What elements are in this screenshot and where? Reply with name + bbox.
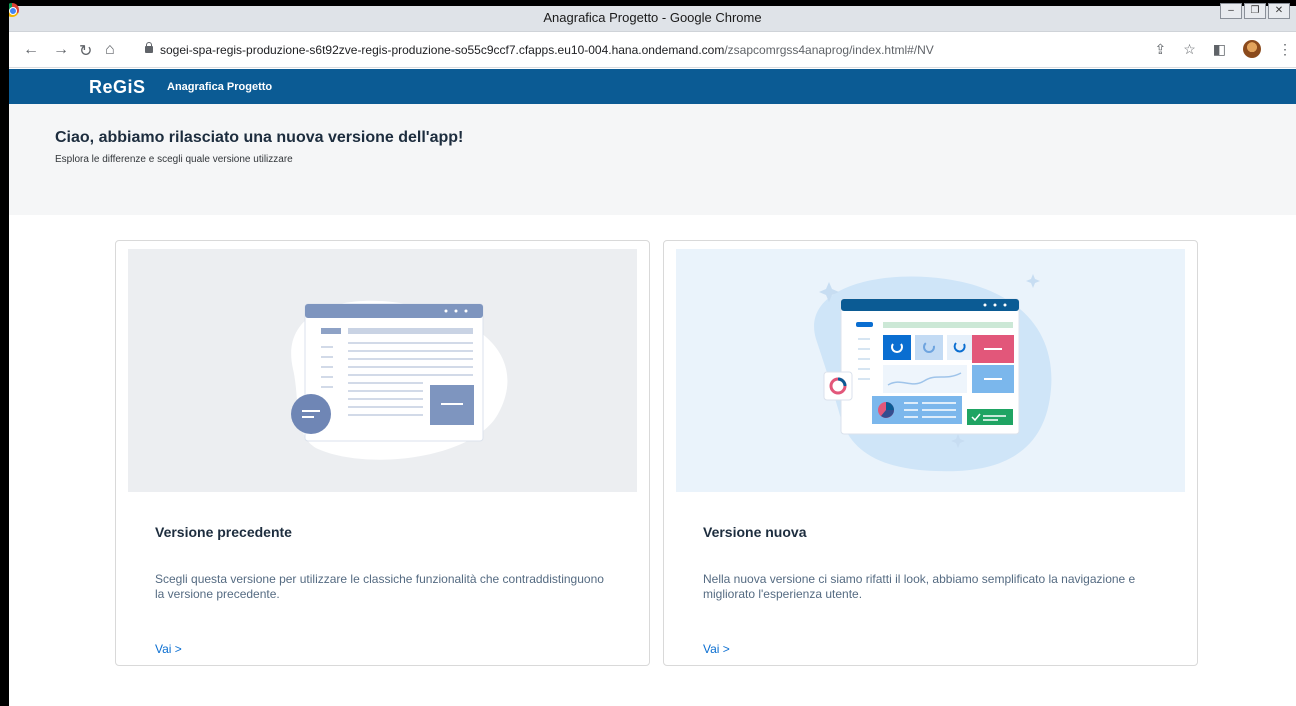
window-title: Anagrafica Progetto - Google Chrome bbox=[543, 10, 762, 25]
card-title: Versione precedente bbox=[155, 524, 292, 540]
previous-version-link[interactable]: Vai > bbox=[155, 642, 182, 656]
profile-avatar[interactable] bbox=[1243, 40, 1261, 58]
home-icon[interactable]: ⌂ bbox=[105, 41, 115, 59]
arrow-right-icon[interactable]: → bbox=[53, 41, 69, 59]
tab-strip bbox=[9, 0, 1296, 6]
lock-icon[interactable] bbox=[145, 42, 153, 53]
minimize-button[interactable]: – bbox=[1220, 3, 1242, 19]
window-controls: – ❐ ✕ bbox=[1220, 3, 1290, 19]
card-description: Nella nuova versione ci siamo rifatti il… bbox=[703, 572, 1136, 601]
arrow-left-icon[interactable]: ← bbox=[23, 41, 39, 59]
browser-window: Anagrafica Progetto - Google Chrome – ❐ … bbox=[9, 0, 1296, 706]
window-titlebar: Anagrafica Progetto - Google Chrome – ❐ … bbox=[9, 0, 1296, 32]
url-path: /zsapcomrgss4anaprog/index.html#/NV bbox=[724, 43, 934, 57]
card-previous-version[interactable]: Versione precedente Scegli questa versio… bbox=[115, 240, 650, 666]
reload-icon[interactable]: ↻ bbox=[79, 41, 92, 61]
card-new-version[interactable]: Versione nuova Nella nuova versione ci s… bbox=[663, 240, 1198, 666]
regis-logo[interactable]: ReGiS bbox=[89, 77, 146, 98]
hero-subtitle: Esplora le differenze e scegli quale ver… bbox=[55, 154, 293, 165]
address-bar[interactable]: sogei-spa-regis-produzione-s6t92zve-regi… bbox=[160, 43, 934, 57]
restore-button[interactable]: ❐ bbox=[1244, 3, 1266, 19]
new-version-illustration bbox=[676, 249, 1185, 492]
side-panel-icon[interactable]: ◧ bbox=[1213, 41, 1226, 58]
hero-title: Ciao, abbiamo rilasciato una nuova versi… bbox=[55, 129, 464, 146]
kebab-menu-icon[interactable]: ⋮ bbox=[1278, 41, 1292, 58]
app-title: Anagrafica Progetto bbox=[167, 81, 273, 93]
hero-section: Ciao, abbiamo rilasciato una nuova versi… bbox=[9, 104, 1296, 215]
new-version-link[interactable]: Vai > bbox=[703, 642, 730, 656]
toolbar-actions: ⇪ ☆ ◧ ⋮ bbox=[1154, 40, 1292, 58]
browser-toolbar: ← → ↻ ⌂ sogei-spa-regis-produzione-s6t92… bbox=[9, 32, 1296, 68]
card-title: Versione nuova bbox=[703, 524, 807, 540]
star-icon[interactable]: ☆ bbox=[1183, 41, 1196, 58]
close-button[interactable]: ✕ bbox=[1268, 3, 1290, 19]
previous-version-illustration bbox=[128, 249, 637, 492]
share-icon[interactable]: ⇪ bbox=[1154, 41, 1166, 58]
url-host: sogei-spa-regis-produzione-s6t92zve-regi… bbox=[160, 43, 725, 57]
app-header: ReGiS Anagrafica Progetto bbox=[9, 69, 1296, 104]
card-description: Scegli questa versione per utilizzare le… bbox=[155, 572, 604, 601]
